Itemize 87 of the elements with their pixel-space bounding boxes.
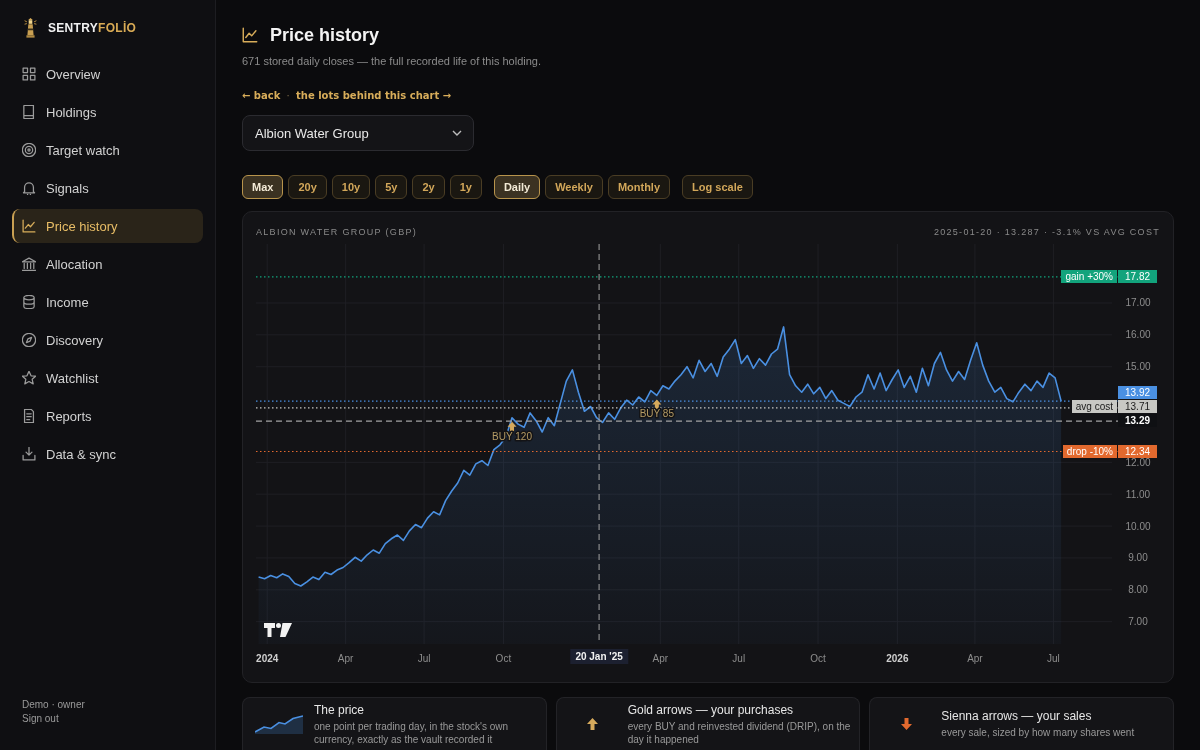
- line-chart-icon: [22, 219, 36, 233]
- link-separator: ·: [286, 89, 291, 101]
- page-title: Price history: [270, 24, 380, 46]
- nav-item[interactable]: Data & sync: [12, 437, 203, 471]
- axis-label: 8.00: [1128, 584, 1148, 596]
- database-icon: [22, 295, 36, 309]
- axis-label: 2024: [256, 652, 279, 664]
- user-label: Demo · owner: [22, 699, 85, 710]
- chart-logo-icon: [264, 623, 292, 637]
- axis-label: Jul: [417, 652, 431, 664]
- sign-out-link[interactable]: Sign out: [22, 713, 59, 724]
- legend-description: every BUY and reinvested dividend (DRIP), on the day it happened: [627, 719, 852, 746]
- axis-label: Oct: [810, 652, 826, 664]
- nav-item[interactable]: Income: [12, 285, 203, 319]
- nav-item[interactable]: Reports: [12, 399, 203, 433]
- marker-label: BUY 85: [639, 408, 674, 420]
- axis-label: 9.00: [1128, 552, 1148, 564]
- back-link[interactable]: ← back: [242, 89, 281, 101]
- up-arrow-icon: [652, 399, 662, 409]
- lots-link[interactable]: the lots behind this chart →: [296, 89, 452, 101]
- up-arrow-icon: [507, 421, 517, 432]
- range-button[interactable]: Max: [242, 175, 284, 199]
- book-icon: [22, 105, 36, 119]
- document-icon: [22, 409, 36, 423]
- download-icon: [22, 447, 36, 461]
- nav-item[interactable]: Overview: [12, 57, 203, 91]
- up-arrow-icon: [587, 718, 599, 730]
- lighthouse-icon: [24, 18, 37, 38]
- range-button[interactable]: 1y: [449, 175, 482, 199]
- bell-icon: [22, 181, 36, 195]
- level-label: gain +30%: [1061, 269, 1117, 283]
- axis-label: 17.00: [1125, 297, 1151, 309]
- compass-icon: [22, 333, 36, 347]
- holding-select[interactable]: Albion Water Group: [242, 115, 474, 151]
- chevron-down-icon: [452, 130, 462, 136]
- legend-description: one point per trading day, in the stock's own currency, exactly as the vault recorded it: [314, 719, 510, 746]
- axis-label: Apr: [337, 652, 354, 664]
- axis-label: 12.00: [1125, 456, 1151, 468]
- level-label: avg cost: [1071, 400, 1117, 414]
- range-button[interactable]: 2y: [412, 175, 445, 199]
- axis-label: Jul: [732, 652, 746, 664]
- price-label: 12.34: [1118, 444, 1157, 458]
- nav-item[interactable]: Allocation: [12, 247, 203, 281]
- axis-label: 16.00: [1125, 329, 1151, 341]
- nav-item[interactable]: Discovery: [12, 323, 203, 357]
- brand-wordmark: SENTRYFOLİO: [48, 21, 137, 35]
- log-scale-toggle[interactable]: Log scale: [682, 175, 753, 199]
- down-arrow-icon: [900, 718, 912, 730]
- range-button[interactable]: 5y: [375, 175, 408, 199]
- line-chart-icon: [242, 27, 258, 43]
- range-button[interactable]: 10y: [331, 175, 371, 199]
- nav-item[interactable]: Price history: [12, 209, 203, 243]
- axis-label: 15.00: [1125, 361, 1151, 373]
- nav-item[interactable]: Target watch: [12, 133, 203, 167]
- chart-title: ALBION WATER GROUP (GBP): [256, 227, 418, 237]
- grid-icon: [22, 67, 36, 81]
- bank-icon: [22, 257, 36, 271]
- price-label: 13.71: [1118, 400, 1157, 414]
- star-icon: [22, 371, 36, 385]
- price-label: 13.92: [1118, 386, 1157, 400]
- crosshair-price-label: 13.29: [1118, 414, 1157, 428]
- range-button[interactable]: 20y: [288, 175, 327, 199]
- interval-button[interactable]: Monthly: [607, 175, 671, 199]
- axis-label: Apr: [652, 652, 669, 664]
- nav-item[interactable]: Watchlist: [12, 361, 203, 395]
- axis-label: Oct: [495, 652, 512, 664]
- legend-title: Gold arrows — your purchases: [627, 702, 795, 718]
- axis-label: 10.00: [1125, 520, 1151, 532]
- nav-item[interactable]: Holdings: [12, 95, 203, 129]
- axis-label: 7.00: [1128, 616, 1148, 628]
- interval-button[interactable]: Daily: [493, 175, 541, 199]
- axis-label: Jul: [1047, 652, 1060, 664]
- target-icon: [22, 143, 36, 157]
- axis-label: 2026: [886, 652, 909, 664]
- sparkline-icon: [255, 714, 303, 734]
- interval-button[interactable]: Weekly: [545, 175, 603, 199]
- axis-label: Apr: [967, 652, 983, 664]
- axis-label: 11.00: [1125, 488, 1151, 500]
- price-label: 17.82: [1118, 269, 1157, 283]
- page-subtitle: 671 stored daily closes — the full recorded life of this holding.: [242, 54, 541, 68]
- crosshair-date-label: 20 Jan '25: [570, 649, 628, 664]
- level-label: drop -10%: [1062, 444, 1117, 458]
- legend-title: Sienna arrows — your sales: [941, 709, 1093, 724]
- legend-title: The price: [314, 702, 366, 718]
- nav-item[interactable]: Signals: [12, 171, 203, 205]
- price-readout: 2025-01-20 · 13.287 · -3.1% VS AVG COST: [933, 227, 1160, 237]
- legend-description: every sale, sized by how many shares went: [941, 726, 1135, 739]
